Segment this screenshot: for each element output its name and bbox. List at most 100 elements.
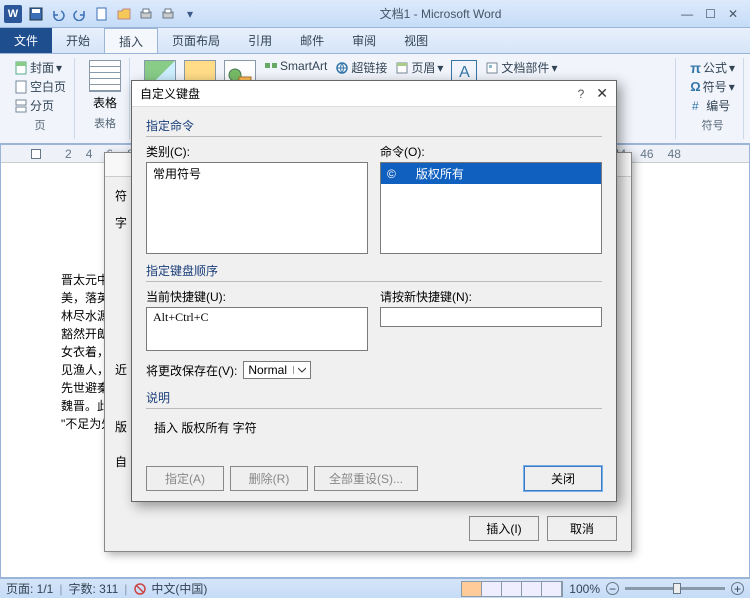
specify-command-group: 指定命令 类别(C): 常用符号 命令(O): ©版权所有 bbox=[146, 117, 602, 254]
command-item-selected[interactable]: ©版权所有 bbox=[381, 163, 601, 184]
titlebar: W ▾ 文档1 - Microsoft Word — ☐ ✕ bbox=[0, 0, 750, 28]
save-in-combo[interactable]: Normal bbox=[243, 361, 311, 379]
fullscreen-view-icon[interactable] bbox=[482, 582, 502, 596]
keyboard-sequence-group: 指定键盘顺序 当前快捷键(U): Alt+Ctrl+C 请按新快捷键(N): bbox=[146, 262, 602, 351]
close-button[interactable]: 关闭 bbox=[524, 466, 602, 491]
current-keys-listbox[interactable]: Alt+Ctrl+C bbox=[146, 307, 368, 351]
tab-file[interactable]: 文件 bbox=[0, 28, 52, 53]
number-icon: # bbox=[690, 99, 704, 113]
table-label: 表格 bbox=[93, 94, 117, 111]
web-view-icon[interactable] bbox=[502, 582, 522, 596]
dialog-title: 自定义键盘 bbox=[140, 85, 578, 102]
customize-keyboard-dialog: 自定义键盘 ? ✕ 指定命令 类别(C): 常用符号 命令(O): ©版权所有 bbox=[131, 80, 617, 502]
header-button[interactable]: 页眉▾ bbox=[393, 58, 445, 77]
save-icon[interactable] bbox=[26, 4, 46, 24]
assign-button[interactable]: 指定(A) bbox=[146, 466, 224, 491]
table-button[interactable]: 表格 bbox=[87, 58, 123, 113]
open-icon[interactable] bbox=[114, 4, 134, 24]
number-button[interactable]: #编号 bbox=[688, 96, 737, 115]
proofing-icon[interactable] bbox=[133, 582, 147, 596]
print-icon[interactable] bbox=[158, 4, 178, 24]
close-icon[interactable]: ✕ bbox=[728, 7, 738, 21]
undo-icon[interactable] bbox=[48, 4, 68, 24]
zoom-slider-thumb[interactable] bbox=[673, 583, 681, 594]
tab-start[interactable]: 开始 bbox=[52, 28, 104, 53]
dialog-button-bar: 指定(A) 删除(R) 全部重设(S)... 关闭 bbox=[146, 466, 602, 491]
dialog-body: 指定命令 类别(C): 常用符号 命令(O): ©版权所有 指定键盘顺序 bbox=[132, 107, 616, 458]
qat-dropdown-icon[interactable]: ▾ bbox=[180, 4, 200, 24]
description-text: 插入 版权所有 字符 bbox=[146, 415, 602, 440]
tab-layout[interactable]: 页面布局 bbox=[158, 28, 234, 53]
outline-view-icon[interactable] bbox=[522, 582, 542, 596]
hyperlink-button[interactable]: 超链接 bbox=[333, 58, 389, 77]
ribbon-tabs: 文件 开始 插入 页面布局 引用 邮件 审阅 视图 bbox=[0, 28, 750, 54]
tab-insert[interactable]: 插入 bbox=[104, 28, 158, 53]
chevron-down-icon bbox=[293, 366, 306, 374]
ruler-tab-indicator[interactable] bbox=[31, 149, 41, 159]
draft-view-icon[interactable] bbox=[542, 582, 562, 596]
tab-mail[interactable]: 邮件 bbox=[286, 28, 338, 53]
group-label-symbols: 符号 bbox=[702, 117, 724, 133]
docparts-label: 文档部件 bbox=[501, 59, 549, 76]
omega-icon: Ω bbox=[690, 79, 700, 94]
save-in-row: 将更改保存在(V): Normal bbox=[146, 361, 602, 379]
cancel-button[interactable]: 取消 bbox=[547, 516, 617, 541]
smartart-label: SmartArt bbox=[280, 59, 327, 73]
new-icon[interactable] bbox=[92, 4, 112, 24]
cover-page-button[interactable]: 封面▾ bbox=[12, 58, 68, 77]
smartart-button[interactable]: SmartArt bbox=[262, 58, 329, 74]
group-title-description: 说明 bbox=[146, 389, 602, 409]
blank-page-button[interactable]: 空白页 bbox=[12, 77, 68, 96]
word-count[interactable]: 字数: 311 bbox=[68, 580, 118, 597]
category-item[interactable]: 常用符号 bbox=[147, 163, 367, 184]
docparts-button[interactable]: 文档部件▾ bbox=[483, 58, 559, 77]
dialog-titlebar[interactable]: 自定义键盘 ? ✕ bbox=[132, 81, 616, 107]
ribbon-group-symbols: π公式▾ Ω符号▾ #编号 符号 bbox=[682, 58, 744, 139]
hyperlink-label: 超链接 bbox=[351, 59, 387, 76]
symbol-dialog-buttons: 插入(I) 取消 bbox=[469, 516, 617, 541]
redo-icon[interactable] bbox=[70, 4, 90, 24]
number-label: 编号 bbox=[706, 97, 730, 114]
blank-label: 空白页 bbox=[30, 78, 66, 95]
group-title-sequence: 指定键盘顺序 bbox=[146, 262, 602, 282]
current-key-item[interactable]: Alt+Ctrl+C bbox=[147, 308, 367, 327]
category-listbox[interactable]: 常用符号 bbox=[146, 162, 368, 254]
tab-references[interactable]: 引用 bbox=[234, 28, 286, 53]
page-status[interactable]: 页面: 1/1 bbox=[6, 580, 53, 597]
zoom-out-icon[interactable]: − bbox=[606, 582, 619, 595]
quick-access-toolbar: ▾ bbox=[26, 4, 200, 24]
new-key-label: 请按新快捷键(N): bbox=[380, 288, 602, 305]
statusbar: 页面: 1/1 | 字数: 311 | 中文(中国) 100% − + bbox=[0, 578, 750, 598]
delete-button[interactable]: 删除(R) bbox=[230, 466, 308, 491]
cover-label: 封面 bbox=[30, 59, 54, 76]
zoom-percent[interactable]: 100% bbox=[569, 582, 600, 596]
print-layout-view-icon[interactable] bbox=[462, 582, 482, 596]
description-group: 说明 插入 版权所有 字符 bbox=[146, 389, 602, 440]
command-list-label: 命令(O): bbox=[380, 143, 602, 160]
tab-review[interactable]: 审阅 bbox=[338, 28, 390, 53]
zoom-in-icon[interactable]: + bbox=[731, 582, 744, 595]
current-keys-label: 当前快捷键(U): bbox=[146, 288, 368, 305]
save-in-value: Normal bbox=[248, 363, 287, 377]
formula-button[interactable]: π公式▾ bbox=[688, 58, 737, 77]
help-icon[interactable]: ? bbox=[578, 87, 585, 101]
category-label: 类别(C): bbox=[146, 143, 368, 160]
insert-button[interactable]: 插入(I) bbox=[469, 516, 539, 541]
tab-view[interactable]: 视图 bbox=[390, 28, 442, 53]
print-preview-icon[interactable] bbox=[136, 4, 156, 24]
page-break-button[interactable]: 分页 bbox=[12, 96, 68, 115]
symbol-button[interactable]: Ω符号▾ bbox=[688, 77, 737, 96]
view-mode-buttons bbox=[461, 581, 563, 597]
dialog-close-icon[interactable]: ✕ bbox=[596, 85, 608, 102]
command-listbox[interactable]: ©版权所有 bbox=[380, 162, 602, 254]
group-label-pages: 页 bbox=[35, 117, 46, 133]
new-shortcut-input[interactable] bbox=[380, 307, 602, 327]
language-status[interactable]: 中文(中国) bbox=[151, 580, 207, 597]
reset-all-button[interactable]: 全部重设(S)... bbox=[314, 466, 418, 491]
ribbon-group-pages: 封面▾ 空白页 分页 页 bbox=[6, 58, 75, 139]
pagebreak-label: 分页 bbox=[30, 97, 54, 114]
word-icon: W bbox=[4, 5, 22, 23]
minimize-icon[interactable]: — bbox=[681, 7, 693, 21]
maximize-icon[interactable]: ☐ bbox=[705, 7, 716, 21]
zoom-slider[interactable] bbox=[625, 587, 725, 590]
